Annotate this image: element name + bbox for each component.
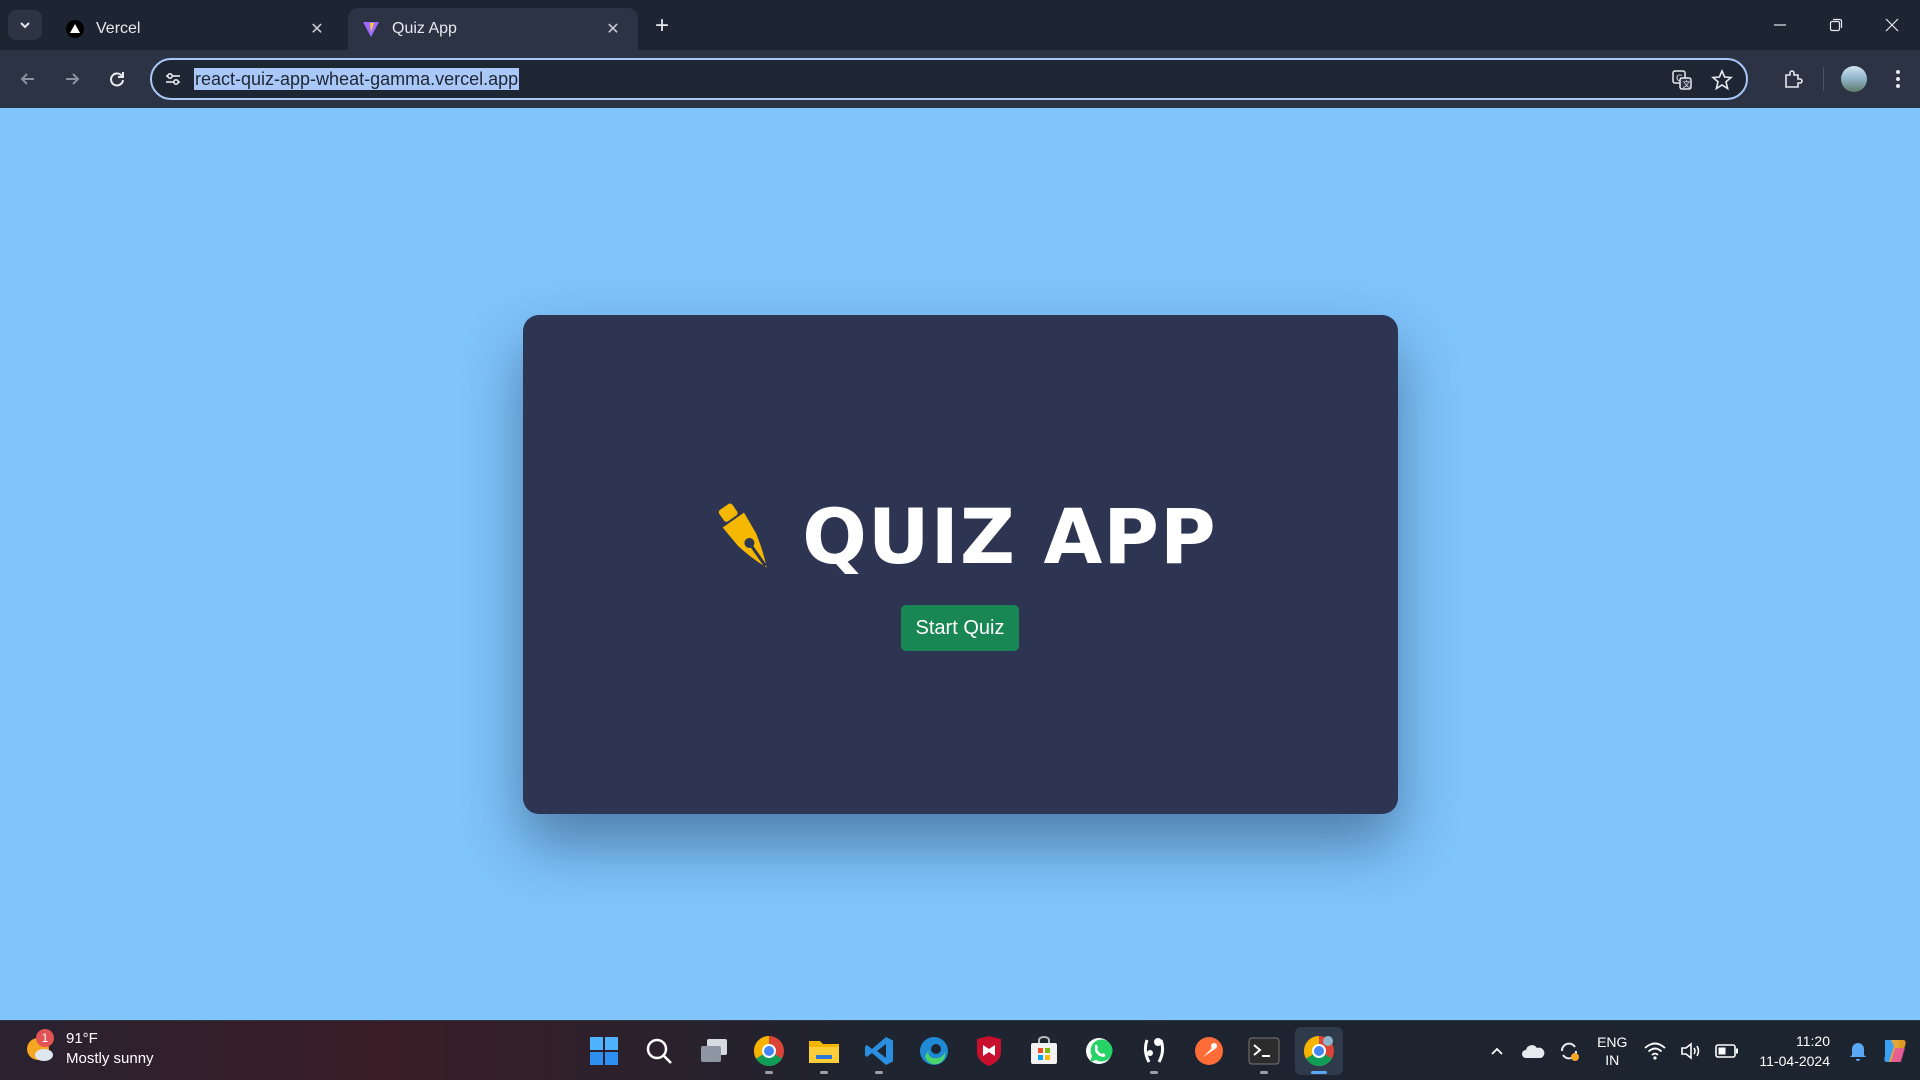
postman-icon [1195,1037,1223,1065]
clock-date: 11-04-2024 [1759,1053,1830,1069]
system-tray: ENG IN 11:20 11-04-2024 [1479,1021,1920,1080]
task-view-button[interactable] [690,1027,738,1075]
volume-icon[interactable] [1673,1031,1709,1071]
mcafee-shield-icon [977,1036,1001,1066]
tab-quiz-app[interactable]: Quiz App ✕ [348,8,638,50]
bookmark-star-icon[interactable] [1708,66,1736,94]
profile-button[interactable] [1832,59,1876,99]
window-controls [1752,0,1920,50]
minimize-icon [1774,24,1786,26]
forward-button[interactable] [56,63,88,95]
whatsapp-button[interactable] [1075,1027,1123,1075]
mcafee-button[interactable] [965,1027,1013,1075]
page-viewport: QUIZ APP Start Quiz [0,108,1920,1020]
chevron-down-icon [20,22,30,29]
wifi-icon[interactable] [1637,1031,1673,1071]
chrome-icon [753,1036,784,1067]
copilot-icon[interactable] [1876,1031,1912,1071]
weather-temperature: 91°F [66,1030,98,1047]
edge-button[interactable] [910,1027,958,1075]
edge-icon [920,1037,948,1065]
close-window-button[interactable] [1864,0,1920,50]
battery-icon[interactable] [1709,1031,1745,1071]
site-info-icon[interactable] [152,60,194,98]
chrome-active-button[interactable] [1295,1027,1343,1075]
minimize-button[interactable] [1752,0,1808,50]
avatar [1841,66,1867,92]
close-icon[interactable]: ✕ [306,18,328,40]
restore-button[interactable] [1808,0,1864,50]
hero-heading: QUIZ APP [523,497,1398,577]
tab-search-button[interactable] [8,10,42,40]
close-icon[interactable]: ✕ [602,18,624,40]
reload-button[interactable] [101,63,133,95]
fountain-pen-icon [719,503,767,568]
start-button[interactable] [580,1027,628,1075]
menu-button[interactable] [1876,59,1920,99]
clock[interactable]: 11:20 11-04-2024 [1759,1031,1830,1071]
arrow-left-icon [20,73,34,85]
clock-time: 11:20 [1796,1033,1830,1049]
more-vertical-icon [1896,70,1900,88]
sun-cloud-icon: 1 [24,1029,56,1065]
svg-text:文: 文 [1683,79,1691,89]
close-icon [1885,18,1899,32]
notification-bell-icon[interactable] [1840,1031,1876,1071]
github-desktop-button[interactable] [1130,1027,1178,1075]
taskbar: 1 91°F Mostly sunny ENG IN 11:20 11-04-2… [0,1020,1920,1080]
file-explorer-button[interactable] [800,1027,848,1075]
chrome-active-icon [1303,1036,1334,1067]
taskbar-apps [580,1027,1343,1075]
onedrive-icon[interactable] [1515,1031,1551,1071]
translate-icon[interactable]: G文 [1668,66,1696,94]
language-code: ENG [1597,1034,1628,1050]
vscode-icon [865,1037,893,1065]
weather-widget[interactable]: 1 91°F Mostly sunny [24,1029,154,1069]
sync-icon[interactable] [1551,1031,1587,1071]
page-title: QUIZ APP [802,492,1217,581]
terminal-button[interactable] [1240,1027,1288,1075]
folder-icon [809,1041,839,1063]
search-icon [646,1038,672,1064]
tab-title: Quiz App [392,20,457,37]
arrow-right-icon [66,73,80,85]
windows-logo-icon [590,1037,618,1065]
region-code: IN [1605,1052,1620,1068]
back-button[interactable] [12,63,44,95]
chevron-up-icon [1491,1047,1503,1055]
github-desktop-icon [1143,1038,1165,1063]
whatsapp-icon [1086,1038,1113,1064]
toolbar-divider [1823,67,1824,91]
microsoft-store-button[interactable] [1020,1027,1068,1075]
browser-toolbar: react-quiz-app-wheat-gamma.vercel.app G文 [0,50,1920,108]
url-text[interactable]: react-quiz-app-wheat-gamma.vercel.app [194,68,520,90]
new-tab-button[interactable]: + [648,12,676,40]
task-view-icon [701,1039,727,1062]
quiz-start-card: QUIZ APP Start Quiz [523,315,1398,814]
vscode-button[interactable] [855,1027,903,1075]
puzzle-icon [1785,70,1803,88]
tab-title: Vercel [96,20,141,37]
extensions-button[interactable] [1771,59,1815,99]
language-indicator[interactable]: ENG IN [1597,1033,1627,1069]
taskbar-search-button[interactable] [635,1027,683,1075]
show-hidden-icons-button[interactable] [1479,1031,1515,1071]
reload-icon [110,72,124,87]
notification-badge: 1 [36,1029,54,1047]
restore-icon [1829,18,1843,32]
tab-vercel[interactable]: Vercel ✕ [52,8,342,50]
weather-condition: Mostly sunny [66,1050,154,1067]
tab-strip: Vercel ✕ Quiz App ✕ + [0,0,1920,50]
start-quiz-button[interactable]: Start Quiz [901,605,1019,651]
vercel-triangle-icon [66,20,84,38]
chrome-button[interactable] [745,1027,793,1075]
address-bar[interactable]: react-quiz-app-wheat-gamma.vercel.app G文 [150,58,1748,100]
store-bag-icon [1031,1036,1057,1064]
postman-button[interactable] [1185,1027,1233,1075]
vite-logo-icon [362,20,380,38]
terminal-icon [1248,1037,1280,1065]
